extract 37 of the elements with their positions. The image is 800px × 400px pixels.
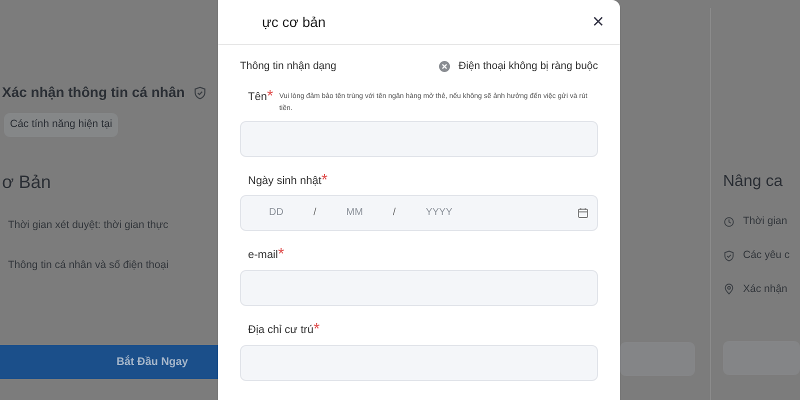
input-field[interactable] [240, 344, 598, 381]
input-field[interactable] [240, 120, 598, 157]
feature-text: Các yêu c [743, 248, 790, 263]
clock-icon [723, 216, 735, 228]
modal-title: ực cơ bản [262, 12, 326, 32]
section-title: Xác nhận thông tin cá nhân [2, 83, 185, 102]
pin-icon [723, 283, 735, 296]
date-placeholder: DD [269, 206, 284, 220]
required-mark: * [278, 246, 284, 263]
date-field[interactable]: DD / MM / YYYY [240, 194, 598, 231]
phone-status: Điện thoại không bị ràng buộc [458, 59, 598, 74]
feature-tag: Các tính năng hiện tại [4, 113, 118, 137]
date-placeholder: YYYY [426, 206, 452, 220]
feature-text: Xác nhận [743, 282, 788, 296]
required-mark: * [266, 88, 274, 105]
date-separator: / [313, 206, 316, 220]
feature-text: Thông tin cá nhân và số điện thoại [8, 258, 170, 272]
required-mark: * [321, 172, 328, 189]
input-field[interactable] [240, 270, 598, 306]
start-button[interactable]: Bắt Đầu Ngay [0, 345, 218, 380]
shield-icon [192, 86, 207, 100]
section-label: Thông tin nhận dạng [240, 59, 336, 74]
field-label: Ngày sinh nhật [248, 174, 322, 189]
date-separator: / [392, 206, 396, 220]
field-label: e-mail [248, 248, 278, 263]
required-mark: * [313, 322, 320, 338]
cross-circle-icon [439, 61, 450, 72]
close-button[interactable]: × [588, 12, 608, 32]
feature-text: Thời gian [743, 214, 788, 229]
field-label: Tên [248, 90, 267, 105]
plan-title: Nâng ca [723, 172, 784, 192]
date-placeholder: MM [346, 206, 363, 220]
plan-title: ơ Bản [2, 170, 52, 194]
feature-text: Thời gian xét duyệt: thời gian thực [8, 218, 170, 233]
calendar-icon[interactable] [577, 206, 589, 219]
field-label: Địa chỉ cư trú [248, 322, 314, 338]
shield-icon [723, 250, 735, 262]
